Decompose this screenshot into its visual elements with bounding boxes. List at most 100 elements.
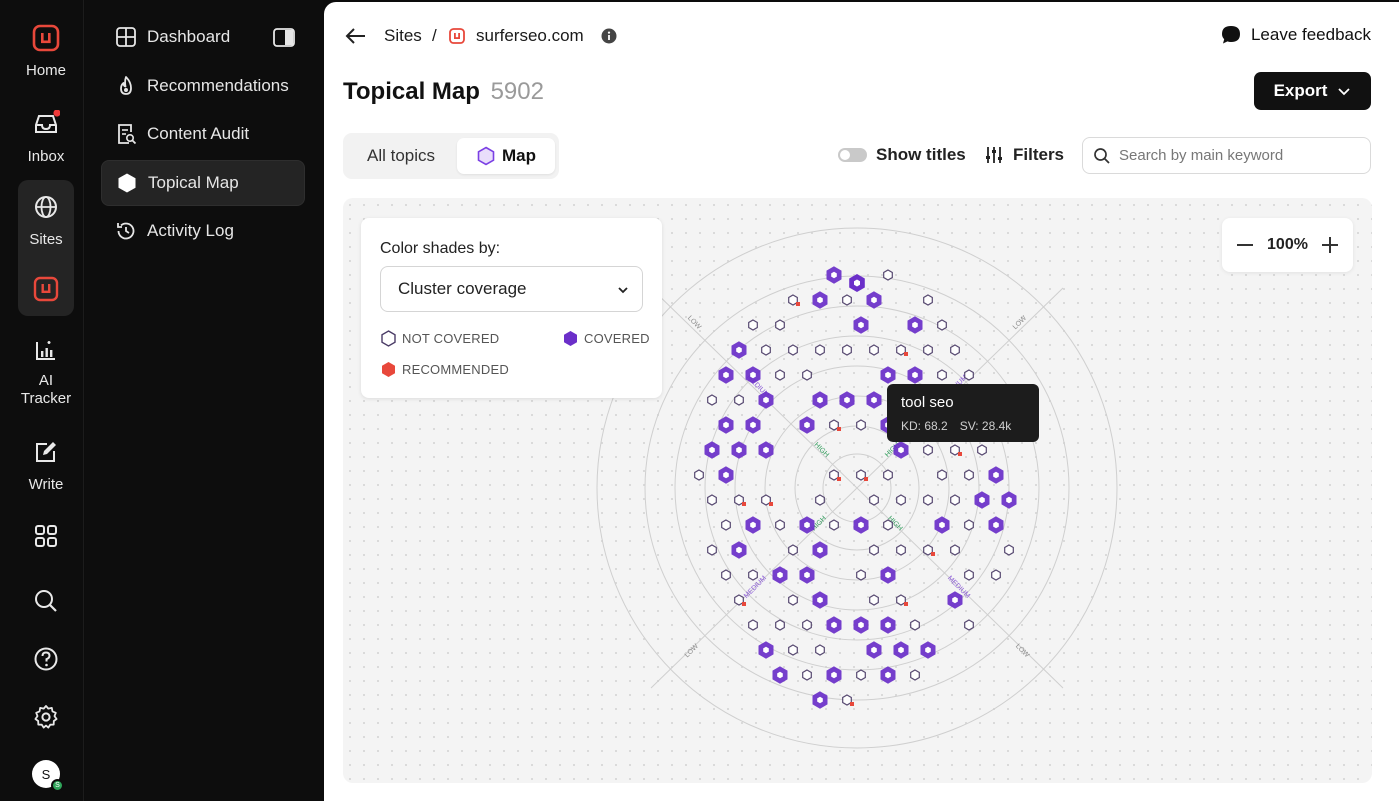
map-topic-node (869, 494, 879, 506)
sidebar-item-activity-log[interactable]: Activity Log (101, 208, 305, 254)
map-topic-node (721, 519, 731, 531)
hexagon-outline-icon (477, 146, 495, 166)
map-topic-node (815, 344, 825, 356)
map-topic-node (977, 444, 987, 456)
map-topic-node (748, 569, 758, 581)
sidebar-item-content-audit[interactable]: Content Audit (101, 111, 305, 157)
show-titles-toggle[interactable]: Show titles (838, 145, 966, 165)
map-topic-node (748, 319, 758, 331)
search-icon (35, 590, 57, 612)
tab-all-topics[interactable]: All topics (349, 138, 453, 174)
rail-sites[interactable]: Sites (0, 193, 92, 249)
sidebar-item-label: Content Audit (147, 124, 250, 143)
map-recommended-marker (850, 702, 854, 706)
sliders-icon (986, 147, 1002, 163)
leave-feedback-button[interactable]: Leave feedback (1220, 24, 1371, 46)
search-input[interactable] (1119, 147, 1359, 164)
map-recommended-marker (904, 602, 908, 606)
rail-inbox-label: Inbox (27, 148, 65, 165)
map-topic-node (937, 319, 947, 331)
info-icon[interactable] (601, 28, 617, 44)
color-shade-select[interactable]: Cluster coverage (380, 266, 643, 312)
rail-current-site[interactable] (0, 275, 92, 303)
avatar-initial: S (41, 766, 51, 782)
left-rail: Home Inbox Sites AI Tracker Write S S (0, 0, 84, 801)
keyword-search[interactable] (1082, 137, 1371, 174)
rail-write-label: Write (28, 476, 64, 493)
page-title-count: 5902 (490, 78, 544, 105)
export-button[interactable]: Export (1254, 72, 1371, 110)
history-icon (117, 222, 135, 240)
rail-ai-tracker[interactable]: AI Tracker (0, 336, 92, 408)
ai-tracker-icon (36, 341, 55, 360)
avatar[interactable]: S S (32, 760, 64, 792)
sidebar-item-topical-map[interactable]: Topical Map (101, 160, 305, 206)
sidebar-item-label: Topical Map (148, 173, 239, 192)
color-shade-value: Cluster coverage (398, 279, 527, 298)
content-audit-icon (118, 124, 137, 145)
map-topic-node (788, 594, 798, 606)
sidebar-item-dashboard[interactable]: Dashboard (101, 14, 305, 60)
zoom-control: 100% (1222, 218, 1353, 272)
map-topic-node (923, 494, 933, 506)
chevron-down-icon (618, 287, 628, 294)
rail-write[interactable]: Write (0, 438, 92, 494)
map-recommended-marker (904, 352, 908, 356)
map-topic-node (883, 519, 893, 531)
page-title: Topical Map 5902 (343, 78, 544, 106)
zoom-level: 100% (1267, 236, 1308, 253)
tab-label: All topics (366, 146, 436, 165)
hexagon-outline-icon (381, 330, 396, 347)
tooltip-metrics: KD: 68.2 SV: 28.4k (901, 419, 1011, 433)
map-topic-node (869, 344, 879, 356)
sidebar-item-recommendations[interactable]: Recommendations (101, 63, 305, 109)
zoom-out-icon[interactable] (1234, 234, 1256, 256)
legend-not-covered: NOT COVERED (380, 330, 499, 347)
map-topic-node (815, 644, 825, 656)
rail-search[interactable] (0, 587, 92, 615)
back-arrow-icon[interactable] (344, 24, 368, 48)
breadcrumb-site[interactable]: surferseo.com (476, 24, 584, 48)
breadcrumb-sites[interactable]: Sites (384, 24, 422, 48)
map-topic-node (950, 344, 960, 356)
tooltip-kd: KD: 68.2 (901, 419, 948, 433)
filters-label: Filters (1013, 145, 1065, 164)
map-topic-node (950, 544, 960, 556)
map-ring-label: LOW (1014, 643, 1031, 660)
map-topic-node (937, 469, 947, 481)
breadcrumb-separator: / (432, 26, 437, 45)
map-recommended-marker (742, 502, 746, 506)
map-topic-node (734, 394, 744, 406)
topical-map-canvas[interactable]: HIGHHIGHHIGHHIGHMEDIUMMEDIUMMEDIUMMEDIUM… (343, 198, 1372, 783)
map-recommended-marker (958, 452, 962, 456)
map-topic-node (950, 494, 960, 506)
chevron-down-icon (1338, 88, 1351, 96)
filters-button[interactable]: Filters (984, 145, 1064, 165)
map-topic-node (869, 544, 879, 556)
map-recommended-marker (837, 427, 841, 431)
map-topic-node (1004, 544, 1014, 556)
dashboard-icon (116, 27, 136, 47)
zoom-in-icon[interactable] (1319, 234, 1341, 256)
map-ring-label: HIGH (813, 442, 830, 459)
map-topic-node (721, 569, 731, 581)
site-favicon-icon (449, 28, 465, 44)
map-topic-node (910, 669, 920, 681)
rail-help[interactable] (0, 645, 92, 673)
map-topic-node (883, 469, 893, 481)
help-icon (34, 647, 58, 671)
map-ring-label: LOW (684, 643, 701, 660)
legend-title: Color shades by: (380, 240, 501, 257)
toggle-switch[interactable] (838, 148, 867, 162)
rail-settings[interactable] (0, 703, 92, 731)
map-topic-node (802, 369, 812, 381)
rail-apps[interactable] (0, 522, 92, 550)
sidebar-item-label: Dashboard (147, 27, 231, 46)
write-icon (36, 442, 56, 462)
rail-home[interactable]: Home (0, 24, 92, 80)
map-topic-node (707, 494, 717, 506)
rail-inbox[interactable]: Inbox (0, 110, 92, 166)
show-titles-label: Show titles (876, 145, 966, 164)
tab-map[interactable]: Map (457, 138, 555, 174)
map-ring-label: LOW (1012, 315, 1029, 332)
